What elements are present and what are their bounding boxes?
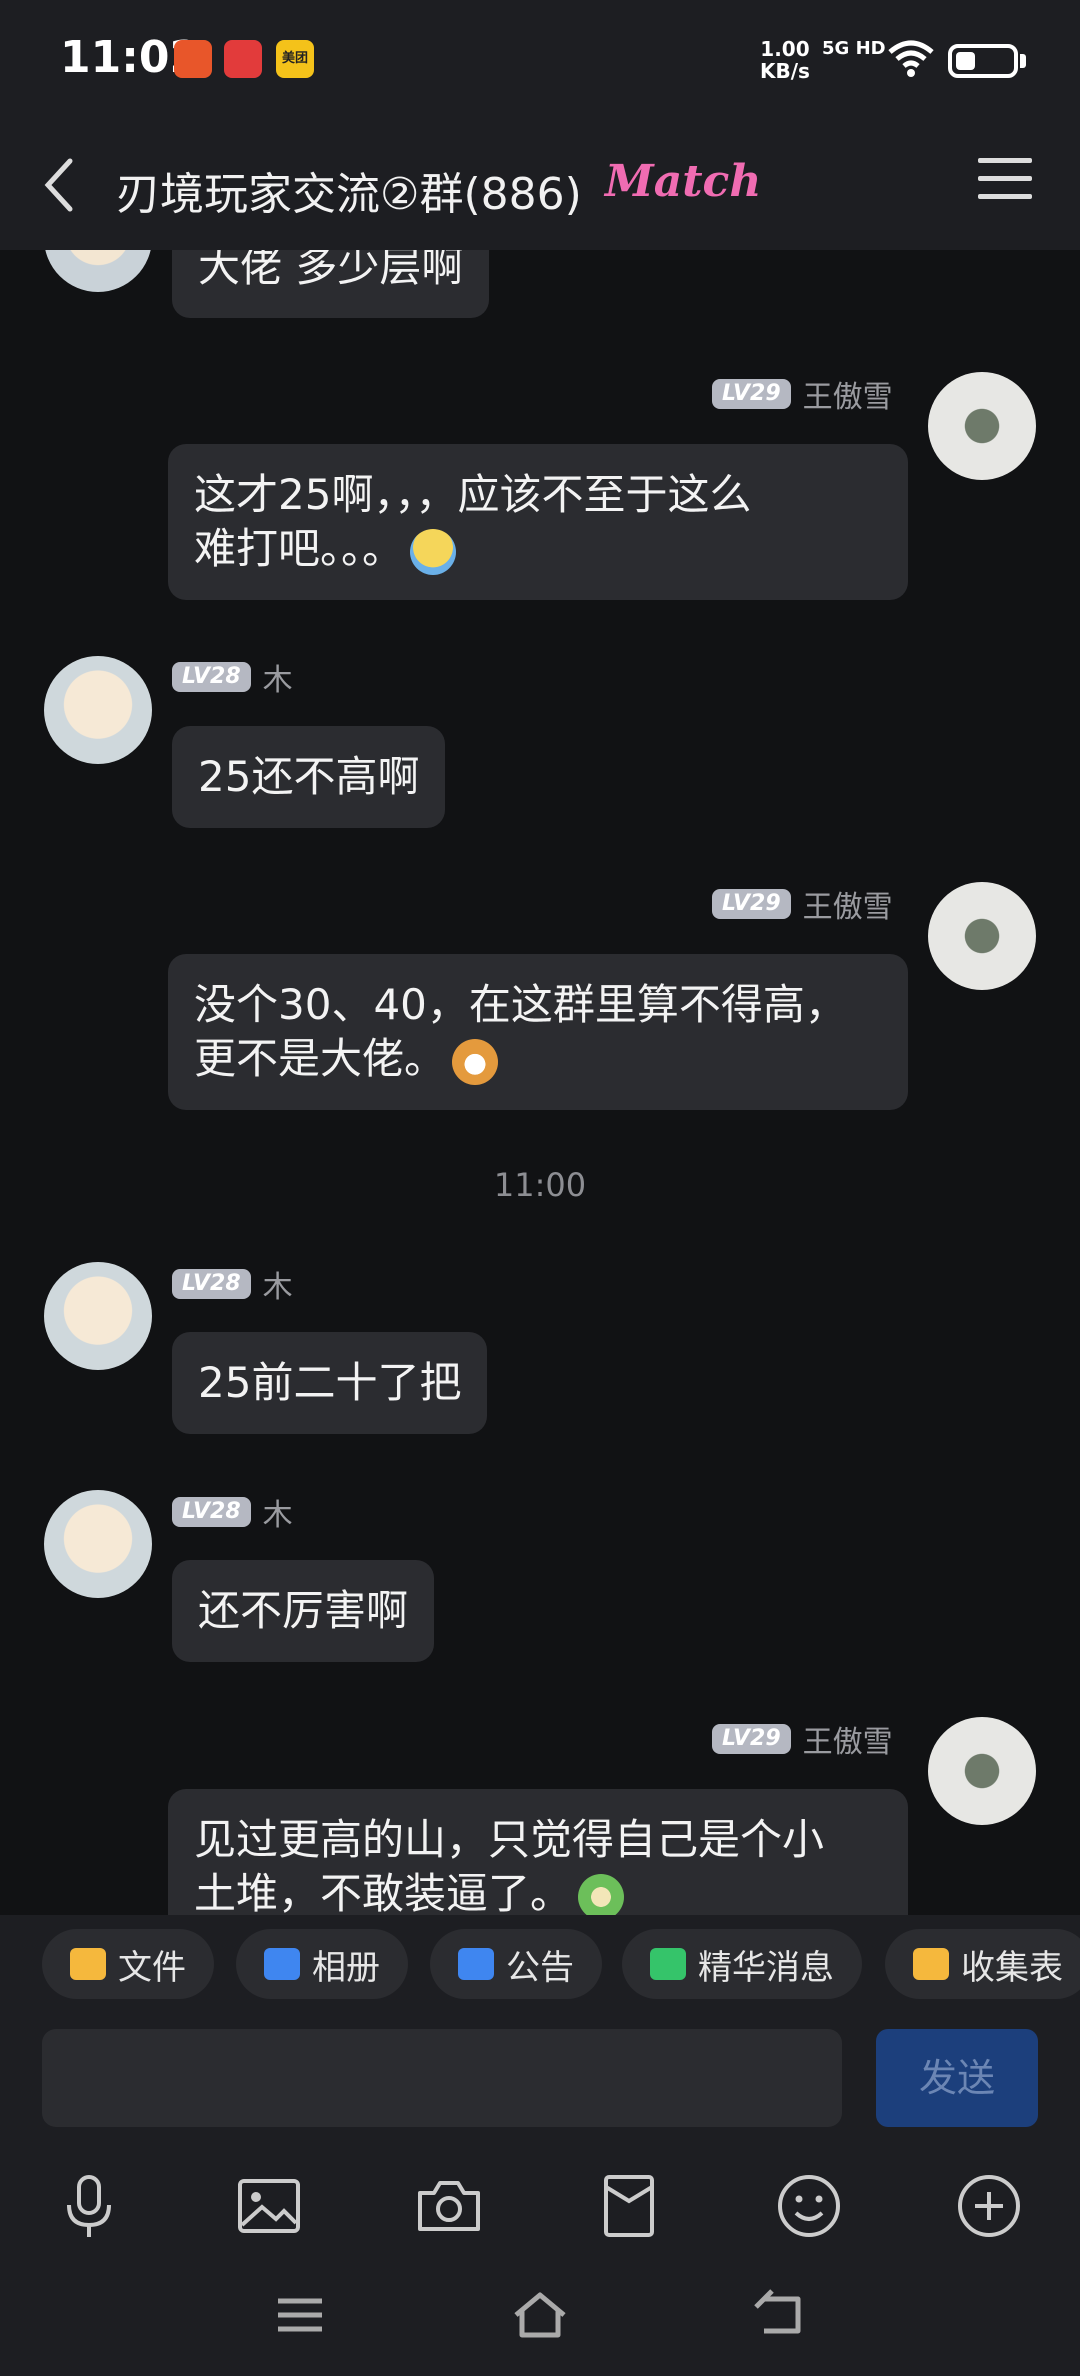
input-tools	[0, 2155, 1080, 2255]
message-text: 25还不高啊	[198, 752, 420, 801]
avatar[interactable]	[44, 250, 152, 292]
message-line: 难打吧。。。	[194, 524, 405, 573]
image-icon[interactable]	[234, 2171, 304, 2241]
sender-meta: LV28 木	[172, 1267, 293, 1305]
essence-icon	[650, 1948, 686, 1980]
quick-action-label: 收集表	[961, 1947, 1063, 1988]
dog-emoji	[452, 1038, 499, 1085]
quick-action-file[interactable]: 文件	[42, 1929, 214, 1999]
meituan-notification-icon: 美团	[276, 40, 314, 78]
level-badge: LV28	[172, 662, 251, 692]
avatar[interactable]	[44, 1490, 152, 1598]
battery-level	[956, 52, 975, 70]
message-text: 还不厉害啊	[198, 1586, 409, 1635]
mail-notification-icon	[224, 40, 262, 78]
frog-emoji	[578, 1873, 625, 1915]
emoji-icon[interactable]	[774, 2171, 844, 2241]
message-bubble[interactable]: 还不厉害啊	[172, 1560, 435, 1662]
message-bubble[interactable]: 大佬 多少层啊	[172, 250, 490, 318]
microphone-icon[interactable]	[54, 2171, 124, 2241]
quick-action-essence[interactable]: 精华消息	[622, 1929, 862, 1999]
system-nav-bar	[0, 2255, 1080, 2376]
message-bubble[interactable]: 25前二十了把	[172, 1332, 488, 1434]
sender-meta: LV29 王傲雪	[712, 887, 893, 925]
level-badge: LV28	[172, 1497, 251, 1527]
announcement-icon	[458, 1948, 494, 1980]
quick-actions-bar: 文件 相册 公告 精华消息 收集表	[0, 1915, 1080, 2015]
menu-icon[interactable]	[270, 2285, 330, 2345]
sender-name[interactable]: 王傲雪	[803, 1717, 893, 1761]
message-line: 更不是大佬。	[194, 1034, 447, 1083]
battery-tip	[1020, 54, 1026, 68]
chat-header: 刃境玩家交流②群(886) Match	[0, 120, 1080, 250]
composer: 发送	[0, 2015, 1080, 2155]
message-line: 见过更高的山，只觉得自己是个小	[194, 1815, 825, 1864]
home-icon[interactable]	[510, 2285, 570, 2345]
message-bubble[interactable]: 没个30、40，在这群里算不得高， 更不是大佬。	[168, 954, 908, 1110]
quick-action-announcement[interactable]: 公告	[430, 1929, 602, 1999]
back-arrow-icon[interactable]	[36, 155, 86, 215]
quick-action-label: 公告	[506, 1947, 574, 1988]
message-bubble[interactable]: 见过更高的山，只觉得自己是个小 土堆，不敢装逼了。	[168, 1789, 908, 1915]
wifi-icon	[888, 40, 934, 77]
sender-meta: LV28 木	[172, 660, 293, 698]
avatar[interactable]	[928, 372, 1036, 480]
tear-emoji	[410, 528, 457, 575]
sender-name[interactable]: 木	[263, 655, 293, 699]
message-list[interactable]: 大佬 多少层啊 LV29 王傲雪 这才25啊，，，应该不至于这么 难打吧。。。 …	[0, 250, 1080, 1915]
send-button[interactable]: 发送	[876, 2029, 1038, 2127]
more-menu-icon[interactable]	[978, 158, 1032, 212]
app-notification-icon	[174, 40, 212, 78]
level-badge: LV29	[712, 379, 791, 409]
message-bubble[interactable]: 25还不高啊	[172, 726, 446, 828]
form-icon	[913, 1948, 949, 1980]
match-logo: Match	[605, 156, 762, 207]
sender-name[interactable]: 王傲雪	[803, 882, 893, 926]
avatar[interactable]	[44, 1262, 152, 1370]
avatar[interactable]	[928, 1717, 1036, 1825]
group-title[interactable]: 刃境玩家交流②群(886)	[116, 158, 582, 222]
message-timestamp: 11:00	[493, 1166, 587, 1204]
red-packet-icon[interactable]	[594, 2171, 664, 2241]
sender-name[interactable]: 木	[263, 1490, 293, 1534]
network-speed: 1.00 KB/s	[760, 38, 810, 82]
sender-meta: LV29 王傲雪	[712, 1722, 893, 1760]
message-line-with-emoji: 难打吧。。。	[194, 522, 882, 576]
back-icon[interactable]	[750, 2285, 810, 2345]
message-input[interactable]	[42, 2029, 842, 2127]
folder-icon	[70, 1948, 106, 1980]
avatar[interactable]	[928, 882, 1036, 990]
message-line-with-emoji: 更不是大佬。	[194, 1032, 882, 1086]
speed-unit: KB/s	[760, 59, 810, 83]
quick-action-album[interactable]: 相册	[236, 1929, 408, 1999]
message-line-with-emoji: 土堆，不敢装逼了。	[194, 1867, 882, 1915]
message-line: 这才25啊，，，应该不至于这么	[194, 470, 752, 519]
message-text: 25前二十了把	[198, 1358, 462, 1407]
quick-action-label: 相册	[312, 1947, 380, 1988]
quick-action-label: 精华消息	[698, 1947, 834, 1988]
message-line: 土堆，不敢装逼了。	[194, 1869, 573, 1915]
quick-action-label: 文件	[118, 1947, 186, 1988]
sender-name[interactable]: 王傲雪	[803, 372, 893, 416]
network-type: 5G HD	[822, 38, 886, 59]
message-text: 大佬 多少层啊	[198, 250, 464, 291]
battery-icon	[948, 44, 1018, 78]
album-icon	[264, 1948, 300, 1980]
sender-name[interactable]: 木	[263, 1262, 293, 1306]
avatar[interactable]	[44, 656, 152, 764]
plus-icon[interactable]	[954, 2171, 1024, 2241]
sender-meta: LV28 木	[172, 1495, 293, 1533]
message-line: 没个30、40，在这群里算不得高，	[194, 980, 847, 1029]
level-badge: LV29	[712, 889, 791, 919]
speed-value: 1.00	[760, 37, 810, 61]
level-badge: LV29	[712, 1724, 791, 1754]
camera-icon[interactable]	[414, 2171, 484, 2241]
status-bar: 11:02 美团 1.00 KB/s 5G HD	[0, 0, 1080, 120]
level-badge: LV28	[172, 1269, 251, 1299]
message-bubble[interactable]: 这才25啊，，，应该不至于这么 难打吧。。。	[168, 444, 908, 600]
quick-action-form[interactable]: 收集表	[885, 1929, 1080, 1999]
sender-meta: LV29 王傲雪	[712, 377, 893, 415]
